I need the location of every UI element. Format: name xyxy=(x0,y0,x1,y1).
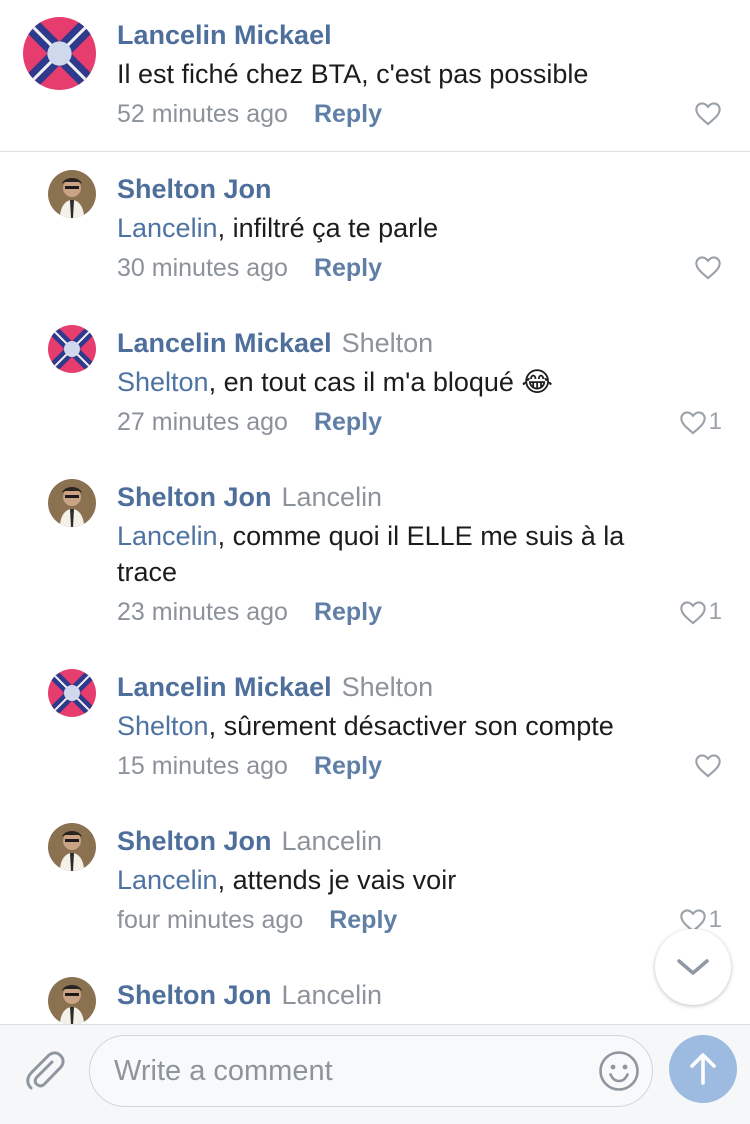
heart-icon xyxy=(695,102,721,126)
author-name[interactable]: Lancelin Mickael xyxy=(117,672,332,702)
avatar-photo-image xyxy=(48,977,96,1024)
comment: Lancelin Mickael Shelton Shelton, sûremen… xyxy=(0,650,750,800)
mention-link[interactable]: Lancelin xyxy=(117,865,218,895)
comment-meta: 27 minutes ago Reply xyxy=(117,408,382,437)
reply-button[interactable]: Reply xyxy=(314,408,382,436)
comment: Shelton Jon Lancelin xyxy=(0,958,750,1024)
reply-button[interactable]: Reply xyxy=(314,100,382,128)
like-button[interactable]: 1 xyxy=(679,408,722,436)
comment-body: , sûrement désactiver son compte xyxy=(208,711,614,741)
mention-link[interactable]: Lancelin xyxy=(117,521,218,551)
author-name[interactable]: Shelton Jon xyxy=(117,826,272,856)
avatar-photo-image xyxy=(48,170,96,218)
mention-link[interactable]: Shelton xyxy=(117,367,209,397)
comment-time: 23 minutes ago xyxy=(117,598,288,626)
comment-body: , infiltré ça te parle xyxy=(217,213,439,243)
comment-meta: 23 minutes ago Reply xyxy=(117,598,382,627)
comment: Lancelin Mickael Shelton Shelton, en tout… xyxy=(0,306,750,456)
comment-author[interactable]: Lancelin Mickael Shelton xyxy=(117,328,433,359)
heart-icon xyxy=(679,601,706,625)
attach-button[interactable] xyxy=(22,1049,66,1093)
avatar[interactable] xyxy=(48,479,96,527)
comment-meta: 52 minutes ago Reply xyxy=(117,100,382,129)
comment-meta: four minutes ago Reply xyxy=(117,906,397,935)
emoji-icon xyxy=(599,1051,639,1091)
reply-to-name[interactable]: Shelton xyxy=(342,328,434,358)
comment-text: Shelton, en tout cas il m'a bloqué 😂 xyxy=(117,364,677,400)
comment: Lancelin Mickael Il est fiché chez BTA, … xyxy=(0,0,750,150)
heart-icon xyxy=(695,754,721,778)
heart-icon xyxy=(695,256,721,280)
author-name[interactable]: Shelton Jon xyxy=(117,482,272,512)
reply-button[interactable]: Reply xyxy=(329,906,397,934)
avatar[interactable] xyxy=(48,325,96,373)
avatar[interactable] xyxy=(48,823,96,871)
avatar[interactable] xyxy=(48,977,96,1024)
comment-text: Lancelin, attends je vais voir xyxy=(117,862,677,898)
reply-button[interactable]: Reply xyxy=(314,254,382,282)
mention-link[interactable]: Lancelin xyxy=(117,213,218,243)
comment-time: 27 minutes ago xyxy=(117,408,288,436)
reply-button[interactable]: Reply xyxy=(314,598,382,626)
comment-author[interactable]: Shelton Jon Lancelin xyxy=(117,482,382,513)
comment-composer: Write a comment xyxy=(0,1024,750,1124)
reply-to-name[interactable]: Shelton xyxy=(342,672,434,702)
avatar-flag-image xyxy=(48,325,96,373)
reply-to-name[interactable]: Lancelin xyxy=(282,482,383,512)
comment-time: 30 minutes ago xyxy=(117,254,288,282)
like-button[interactable] xyxy=(694,254,722,280)
author-name[interactable]: Lancelin Mickael xyxy=(117,328,332,358)
author-name[interactable]: Lancelin Mickael xyxy=(117,20,332,50)
comment-text: Shelton, sûrement désactiver son compte xyxy=(117,708,677,744)
like-button[interactable]: 1 xyxy=(679,598,722,626)
avatar-flag-image xyxy=(48,669,96,717)
like-button[interactable] xyxy=(694,752,722,778)
comment-author[interactable]: Lancelin Mickael Shelton xyxy=(117,672,433,703)
comment-text: Lancelin, comme quoi il ELLE me suis à l… xyxy=(117,518,662,590)
comment-text: Lancelin, infiltré ça te parle xyxy=(117,210,677,246)
send-button[interactable] xyxy=(669,1035,737,1103)
like-button[interactable] xyxy=(694,100,722,126)
comment: Shelton Jon Lancelin Lancelin, attends je… xyxy=(0,804,750,954)
comment-body: , attends je vais voir xyxy=(217,865,457,895)
avatar[interactable] xyxy=(48,669,96,717)
comment-meta: 15 minutes ago Reply xyxy=(117,752,382,781)
scroll-down-button[interactable] xyxy=(655,929,731,1005)
comment-time: 52 minutes ago xyxy=(117,100,288,128)
like-count: 1 xyxy=(708,598,722,625)
avatar[interactable] xyxy=(48,170,96,218)
reply-button[interactable]: Reply xyxy=(314,752,382,780)
mention-link[interactable]: Shelton xyxy=(117,711,209,741)
arrow-up-icon xyxy=(690,1053,716,1085)
avatar[interactable] xyxy=(23,17,96,90)
comment-author[interactable]: Lancelin Mickael xyxy=(117,20,332,51)
like-count: 1 xyxy=(708,408,722,435)
reply-to-name[interactable]: Lancelin xyxy=(282,826,383,856)
comment-author[interactable]: Shelton Jon xyxy=(117,174,272,205)
comment-author[interactable]: Shelton Jon Lancelin xyxy=(117,826,382,857)
reply-to-name[interactable]: Lancelin xyxy=(282,980,383,1010)
emoji-button[interactable] xyxy=(598,1050,640,1092)
comment-author[interactable]: Shelton Jon Lancelin xyxy=(117,980,382,1011)
comment-input-placeholder: Write a comment xyxy=(114,1055,333,1087)
comment: Shelton Jon Lancelin Lancelin, comme quoi… xyxy=(0,460,750,650)
comment-meta: 30 minutes ago Reply xyxy=(117,254,382,283)
paperclip-icon xyxy=(26,1051,65,1090)
comment-body: Il est fiché chez BTA, c'est pas possibl… xyxy=(117,59,589,89)
comment-text: Il est fiché chez BTA, c'est pas possibl… xyxy=(117,56,677,92)
avatar-photo-image xyxy=(48,479,96,527)
comment-time: four minutes ago xyxy=(117,906,304,934)
chevron-down-icon xyxy=(677,959,709,975)
like-count: 1 xyxy=(708,906,722,933)
comment-body: , en tout cas il m'a bloqué 😂 xyxy=(208,367,553,397)
comment-time: 15 minutes ago xyxy=(117,752,288,780)
heart-icon xyxy=(679,411,706,435)
avatar-flag-image xyxy=(23,17,96,90)
comment-input[interactable]: Write a comment xyxy=(89,1035,653,1107)
author-name[interactable]: Shelton Jon xyxy=(117,980,272,1010)
comment: Shelton Jon Lancelin, infiltré ça te par… xyxy=(0,152,750,302)
avatar-photo-image xyxy=(48,823,96,871)
author-name[interactable]: Shelton Jon xyxy=(117,174,272,204)
